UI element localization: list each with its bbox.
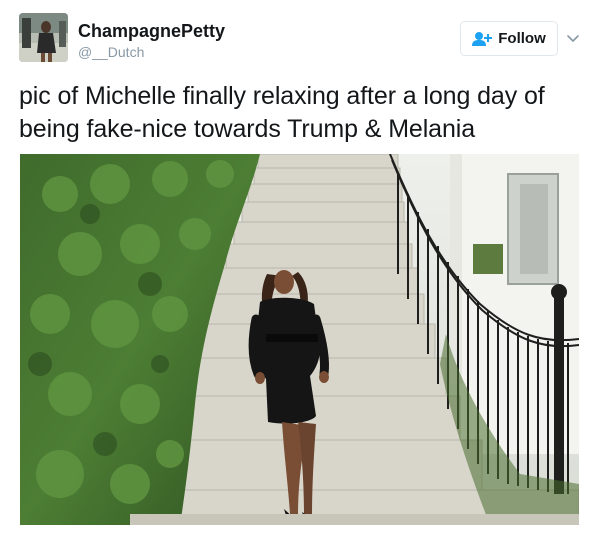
user-avatar[interactable] (19, 13, 68, 62)
author-display-name[interactable]: ChampagnePetty (78, 20, 225, 42)
tweet-header: ChampagnePetty @__Dutch Follow (0, 0, 593, 72)
follow-button[interactable]: Follow (460, 21, 558, 56)
tweet-text: pic of Michelle finally relaxing after a… (19, 82, 545, 143)
add-user-icon (472, 31, 493, 47)
tweet-photo[interactable] (20, 154, 579, 525)
avatar-image (19, 13, 68, 62)
chevron-down-icon[interactable] (566, 31, 580, 45)
photo-image (20, 154, 579, 525)
author-screen-name[interactable]: @__Dutch (78, 44, 144, 60)
follow-button-label: Follow (498, 30, 546, 47)
